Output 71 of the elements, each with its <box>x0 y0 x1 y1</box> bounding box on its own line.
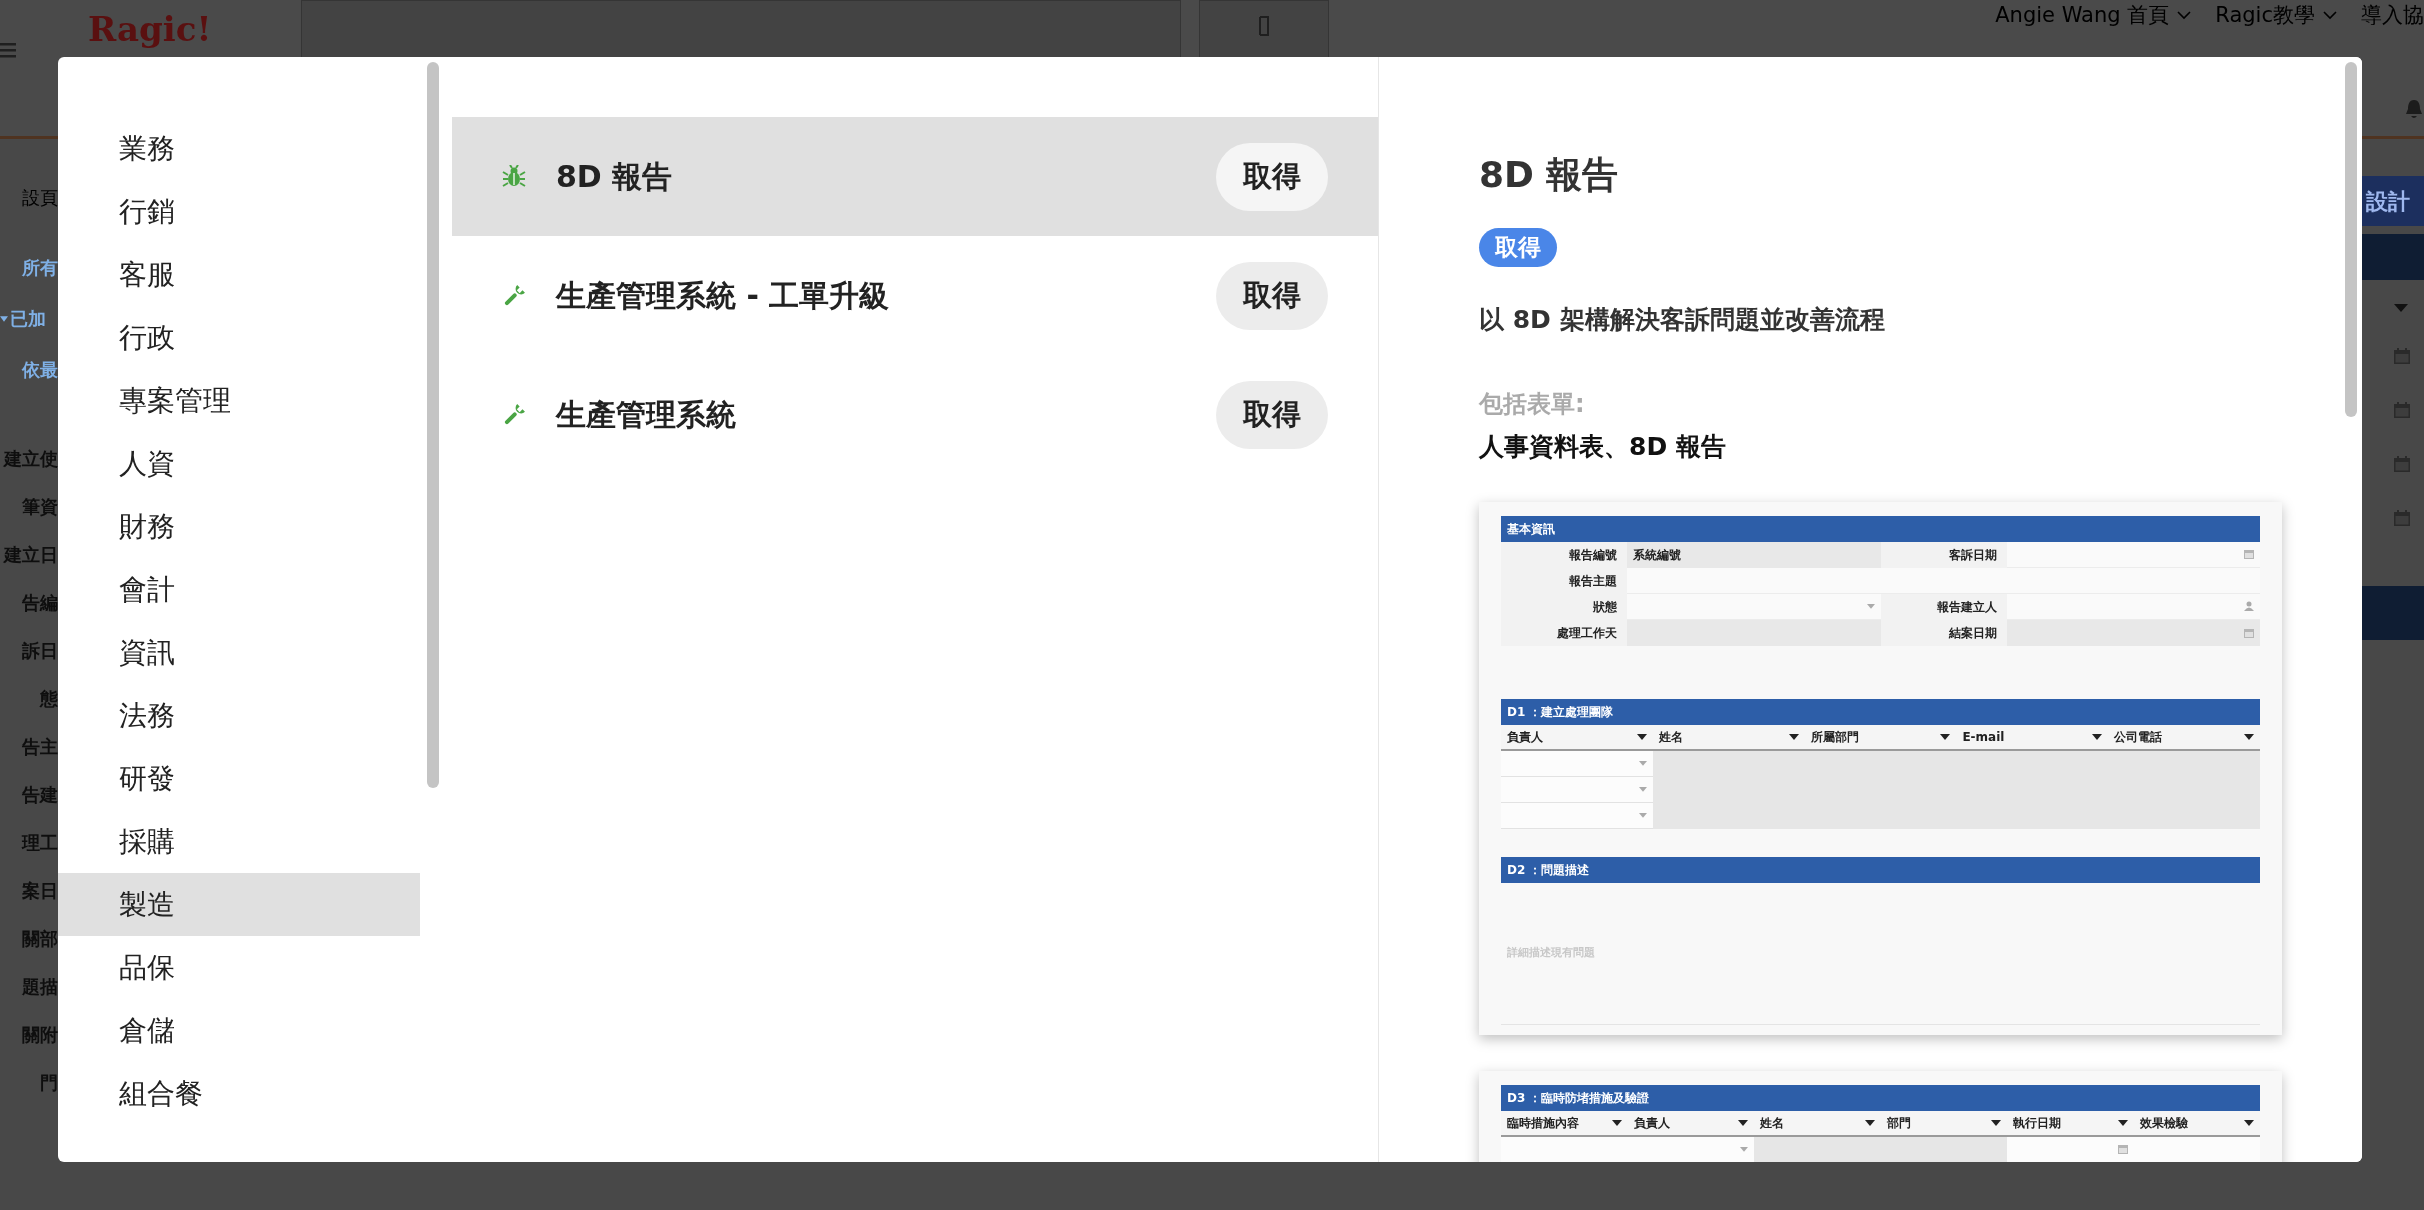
category-item[interactable]: 行銷 <box>58 180 420 243</box>
field-label: 建立使 <box>2 447 58 471</box>
category-item[interactable]: 財務 <box>58 495 420 558</box>
column-header[interactable]: 姓名 <box>1754 1110 1881 1135</box>
field-label: 理工 <box>20 831 58 855</box>
field-label: 訴日 <box>21 639 58 663</box>
category-item[interactable]: 人資 <box>58 432 420 495</box>
forms-label: 包括表單: <box>1479 389 1586 421</box>
column-header[interactable]: 負責人 <box>1627 1110 1754 1135</box>
column-header[interactable]: 姓名 <box>1652 724 1805 749</box>
section-header: D1 ：建立處理團隊 <box>1501 698 2260 725</box>
template-name: 生產管理系統 <box>556 396 737 434</box>
section-header: D3 ：臨時防堵措施及驗證 <box>1501 1084 2260 1111</box>
field-label: 筆資 <box>21 495 58 519</box>
template-title: 8D 報告 <box>1479 153 1620 197</box>
link[interactable]: 所有 <box>0 242 58 293</box>
field-label: 告編 <box>21 591 58 615</box>
template-description: 以 8D 架構解決客訴問題並改善流程 <box>1479 303 1886 336</box>
field-label: 客訴日期 <box>1880 541 2007 568</box>
field-label: 建立日 <box>2 543 58 567</box>
field-label: 報告建立人 <box>1880 593 2007 620</box>
column-header[interactable]: 臨時措施內容 <box>1501 1110 1628 1135</box>
field-label: 門 <box>39 1071 58 1095</box>
column-header[interactable]: 負責人 <box>1501 724 1653 749</box>
field-label: 報告編號 <box>1501 541 1627 568</box>
field-value: 系統編號 <box>1627 541 1881 568</box>
column-header[interactable]: E-mail <box>1956 724 2109 749</box>
template-row[interactable]: 8D 報告 取得 <box>452 117 1378 236</box>
forms-list: 人事資料表、8D 報告 <box>1479 428 2282 466</box>
get-button[interactable]: 取得 <box>1216 380 1328 449</box>
template-row[interactable]: 生產管理系統 - 工單升級 取得 <box>452 236 1378 355</box>
field-label: 案日 <box>21 879 58 903</box>
template-name: 生產管理系統 - 工單升級 <box>556 277 891 315</box>
category-item[interactable]: 資訊 <box>58 621 420 684</box>
category-item[interactable]: 品保 <box>58 936 420 999</box>
template-name: 8D 報告 <box>556 158 674 196</box>
field-label: 題描 <box>21 975 58 999</box>
category-item[interactable]: 採購 <box>58 810 420 873</box>
field-label: 處理工作天 <box>1501 619 1627 646</box>
get-button[interactable]: 取得 <box>1216 261 1328 330</box>
category-item[interactable]: 行政 <box>58 306 420 369</box>
section-header: D2 ：問題描述 <box>1501 856 2260 883</box>
field-label: 關附 <box>21 1023 58 1047</box>
category-item[interactable]: 製造 <box>58 873 420 936</box>
get-button[interactable]: 取得 <box>1479 228 1557 267</box>
column-header[interactable]: 執行日期 <box>2007 1110 2134 1135</box>
category-item[interactable]: 法務 <box>58 684 420 747</box>
link[interactable]: 已加 <box>10 293 46 344</box>
column-header[interactable]: 所屬部門 <box>1804 724 1957 749</box>
column-header[interactable]: 公司電話 <box>2108 724 2260 749</box>
get-button[interactable]: 取得 <box>1216 142 1328 211</box>
column-header[interactable]: 部門 <box>1880 1110 2007 1135</box>
category-item[interactable]: 業務 <box>58 117 420 180</box>
field-label: 報告主題 <box>1501 567 1627 594</box>
category-item[interactable]: 研發 <box>58 747 420 810</box>
field-label: 結案日期 <box>1880 619 2007 646</box>
template-row[interactable]: 生產管理系統 取得 <box>452 355 1378 474</box>
category-item[interactable]: 專案管理 <box>58 369 420 432</box>
field-label: 態 <box>38 687 58 711</box>
column-header[interactable]: 效果檢驗 <box>2133 1110 2260 1135</box>
field-label: 關部 <box>21 927 58 951</box>
field-label: 告建 <box>21 783 58 807</box>
link[interactable]: 依最 <box>0 344 58 395</box>
category-item[interactable]: 會計 <box>58 558 420 621</box>
category-item[interactable]: 倉儲 <box>58 999 420 1062</box>
field-label: 狀態 <box>1501 593 1627 620</box>
category-item[interactable]: 組合餐 <box>58 1062 420 1125</box>
section-header: 基本資訊 <box>1501 515 2260 542</box>
design-button[interactable]: 設計 <box>2362 176 2424 226</box>
field-label: 告主 <box>21 735 58 759</box>
category-item[interactable]: 客服 <box>58 243 420 306</box>
